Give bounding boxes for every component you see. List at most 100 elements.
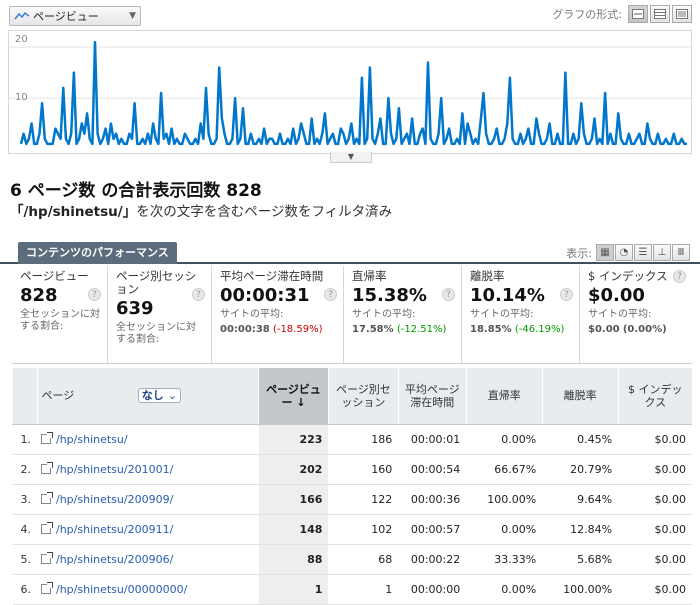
scorecard-value: $0.00: [588, 285, 645, 306]
graph-format-list-button[interactable]: [672, 5, 692, 23]
table-icon: [654, 9, 666, 19]
external-link-icon[interactable]: [41, 581, 53, 594]
header-rank: [12, 368, 37, 425]
title-count: 6: [10, 181, 22, 201]
row-sessions: 186: [328, 424, 399, 455]
metric-select[interactable]: ページビュー ▼: [9, 6, 141, 26]
row-page: /hp/shinetsu/: [37, 424, 259, 455]
view-pivot-button[interactable]: Ⅲ: [672, 244, 690, 261]
external-link-icon[interactable]: [41, 491, 53, 504]
scorecard-dollar-index: $ インデックス $0.00 サイトの平均: $0.00 (0.00%) ?: [580, 266, 692, 363]
filter-value: 「/hp/shinetsu/」: [10, 204, 137, 220]
grid-icon: ▦: [600, 247, 610, 258]
scorecard-value: 10.14%: [470, 285, 545, 306]
filter-select-label: なし: [141, 389, 164, 403]
scorecard-label: 平均ページ滞在時間: [220, 269, 324, 283]
secondary-dimension-select[interactable]: なし ⌄: [137, 388, 181, 404]
row-pageviews: 88: [258, 544, 329, 575]
row-bounce-rate: 66.67%: [466, 454, 543, 485]
row-exit-rate: 20.79%: [542, 454, 619, 485]
pageview-chart: 20 10: [8, 30, 692, 154]
table-row: 4. /hp/shinetsu/200911/ 148 102 00:00:57…: [12, 514, 692, 545]
scorecard-note: サイトの平均:: [588, 309, 652, 320]
header-dollar-index[interactable]: $ インデックス: [617, 368, 692, 425]
row-pageviews: 202: [258, 454, 329, 485]
scorecard-label: ページビュー: [20, 269, 89, 283]
title-mid: ページ数 の合計表示回数: [27, 181, 221, 201]
row-rank: 5.: [12, 544, 37, 575]
row-pageviews: 223: [258, 424, 329, 455]
external-link-icon[interactable]: [41, 461, 53, 474]
help-icon[interactable]: ?: [192, 288, 205, 301]
header-avg-time[interactable]: 平均ページ滞在時間: [397, 368, 467, 425]
page-title: 6 ページ数 の合計表示回数 828: [10, 176, 262, 201]
scorecard-note: サイトの平均:: [470, 309, 534, 320]
row-rank: 2.: [12, 454, 37, 485]
view-bar-button[interactable]: ☰: [634, 244, 652, 261]
tab-content-performance[interactable]: コンテンツのパフォーマンス: [18, 242, 177, 264]
row-sessions: 102: [328, 514, 399, 545]
row-page: /hp/shinetsu/201001/: [37, 454, 259, 485]
filter-text: を次の文字を含むページ数をフィルタ済み: [136, 204, 393, 220]
help-icon[interactable]: ?: [88, 288, 101, 301]
row-page: /hp/shinetsu/00000000/: [37, 574, 259, 605]
y-tick-10: 10: [15, 92, 28, 103]
scorecard-delta: (-46.19%): [514, 324, 565, 335]
help-icon[interactable]: ?: [442, 288, 455, 301]
row-bounce-rate: 100.00%: [466, 484, 543, 515]
summary-scorecards: ページビュー 828 全セッションに対する割合: ? ページ別セッション 639…: [12, 266, 692, 364]
scorecard-note: 全セッションに対する割合:: [20, 309, 100, 332]
row-page-link[interactable]: /hp/shinetsu/: [56, 433, 128, 446]
view-table-button[interactable]: ▦: [596, 244, 614, 261]
row-bounce-rate: 0.00%: [466, 424, 543, 455]
y-tick-20: 20: [15, 34, 28, 45]
row-pageviews: 1: [258, 574, 329, 605]
row-bounce-rate: 0.00%: [466, 514, 543, 545]
row-bounce-rate: 0.00%: [466, 574, 543, 605]
header-exit-rate[interactable]: 離脱率: [541, 368, 619, 425]
external-link-icon[interactable]: [41, 431, 53, 444]
chevron-down-icon: ▼: [129, 11, 136, 21]
row-dollar-index: $0.00: [618, 484, 692, 515]
help-icon[interactable]: ?: [324, 288, 337, 301]
scorecard-value: 15.38%: [352, 285, 427, 306]
row-sessions: 160: [328, 454, 399, 485]
chart-series-line-0: [19, 40, 687, 146]
scorecard-sessions: ページ別セッション 639 全セッションに対する割合: ?: [108, 266, 212, 363]
scorecard-avg: 18.85%: [470, 324, 512, 335]
help-icon[interactable]: ?: [560, 288, 573, 301]
row-page-link[interactable]: /hp/shinetsu/00000000/: [56, 583, 187, 596]
graph-format-table-button[interactable]: [650, 5, 670, 23]
table-row: 2. /hp/shinetsu/201001/ 202 160 00:00:54…: [12, 454, 692, 485]
table-row: 1. /hp/shinetsu/ 223 186 00:00:01 0.00% …: [12, 424, 692, 455]
row-page: /hp/shinetsu/200906/: [37, 544, 259, 575]
view-pie-button[interactable]: ◔: [615, 244, 633, 261]
row-page-link[interactable]: /hp/shinetsu/200906/: [56, 553, 173, 566]
header-pageviews[interactable]: ページビュー ↓: [258, 368, 329, 425]
view-compare-button[interactable]: ⊥: [653, 244, 671, 261]
content-table: ページ なし ⌄ ページビュー ↓ ページ別セッション 平均ページ滞在時間 直帰率…: [12, 368, 692, 605]
row-sessions: 122: [328, 484, 399, 515]
row-bounce-rate: 33.33%: [466, 544, 543, 575]
header-sessions[interactable]: ページ別セッション: [327, 368, 399, 425]
row-page-link[interactable]: /hp/shinetsu/201001/: [56, 463, 173, 476]
graph-format-label: グラフの形式:: [552, 8, 622, 21]
list-icon: [676, 9, 688, 19]
external-link-icon[interactable]: [41, 551, 53, 564]
chart-collapse-toggle[interactable]: ▼: [330, 152, 372, 163]
external-link-icon[interactable]: [41, 521, 53, 534]
scorecard-pageviews: ページビュー 828 全セッションに対する割合: ?: [12, 266, 108, 363]
row-avg-time: 00:00:57: [398, 514, 467, 545]
header-bounce-rate[interactable]: 直帰率: [465, 368, 543, 425]
chevron-down-icon: ⌄: [167, 389, 177, 403]
row-rank: 4.: [12, 514, 37, 545]
row-avg-time: 00:00:36: [398, 484, 467, 515]
row-page-link[interactable]: /hp/shinetsu/200911/: [56, 523, 173, 536]
scorecard-avg: 17.58%: [352, 324, 394, 335]
row-page-link[interactable]: /hp/shinetsu/200909/: [56, 493, 173, 506]
pivot-icon: Ⅲ: [677, 247, 685, 258]
graph-format-line-button[interactable]: [628, 5, 648, 23]
row-dollar-index: $0.00: [618, 424, 692, 455]
help-icon[interactable]: ?: [673, 270, 686, 283]
row-avg-time: 00:00:01: [398, 424, 467, 455]
